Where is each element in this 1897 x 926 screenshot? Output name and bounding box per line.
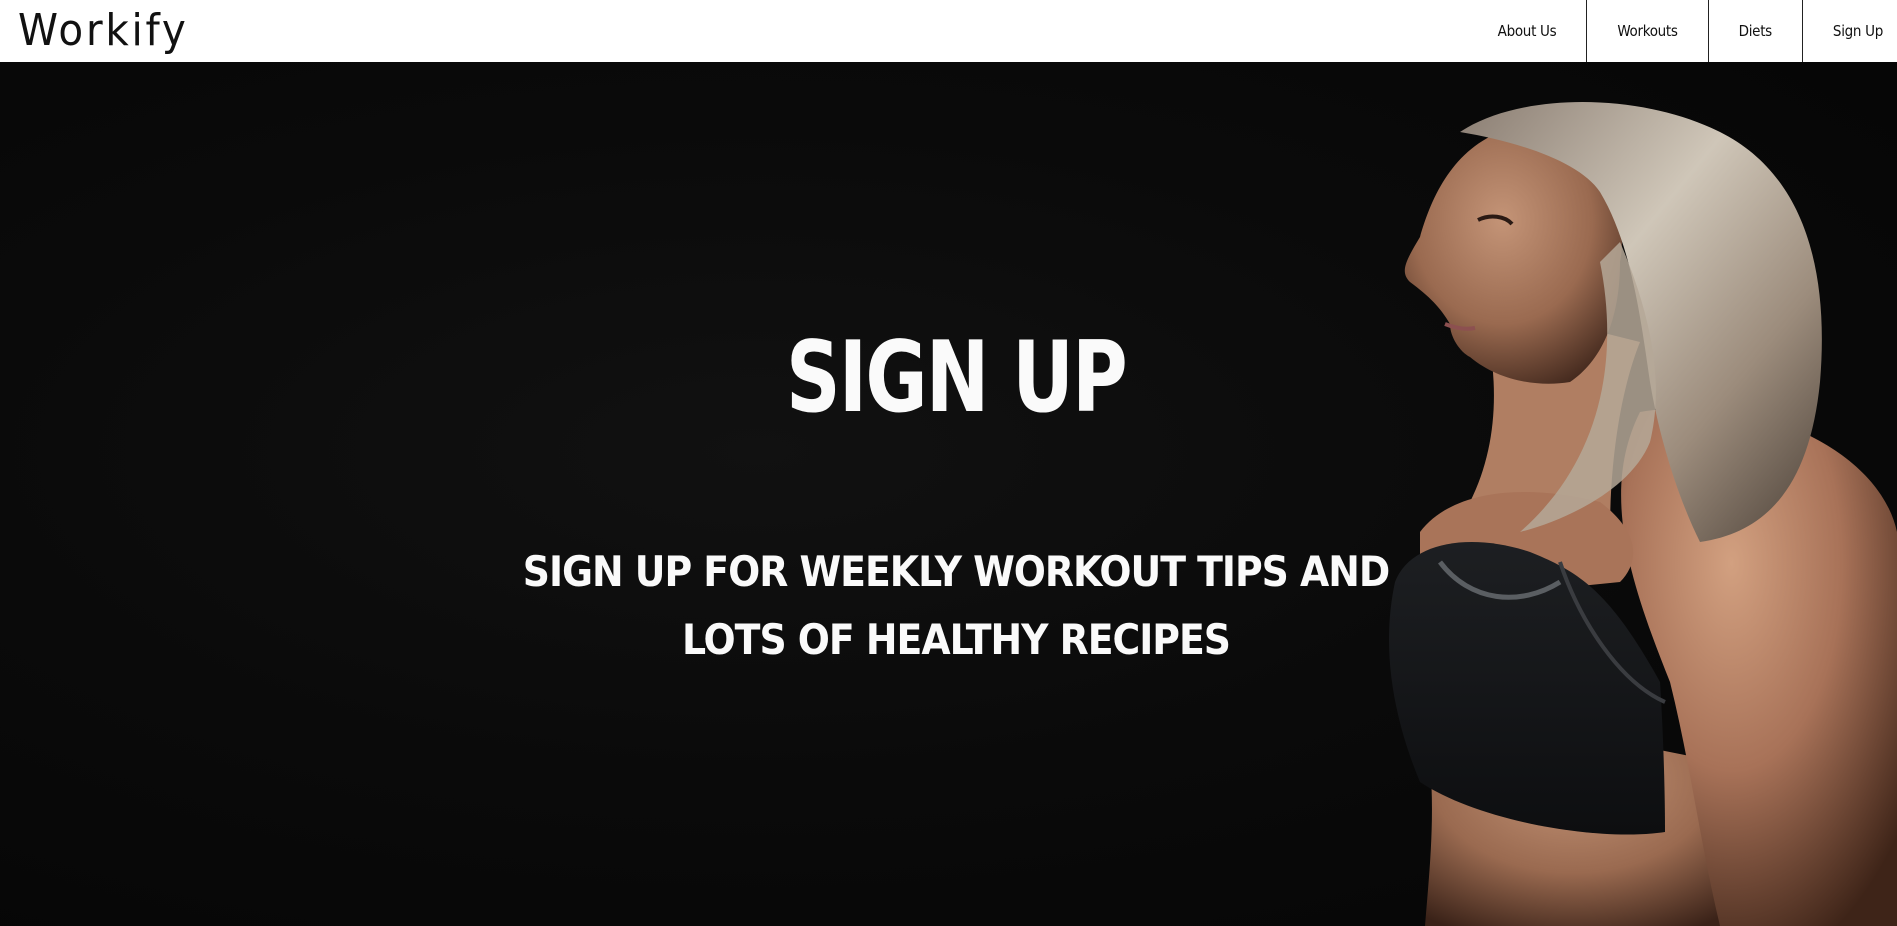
- logo[interactable]: Workify: [18, 0, 189, 62]
- nav-links: About Us Workouts Diets Sign Up: [1468, 0, 1897, 62]
- navbar: Workify About Us Workouts Diets Sign Up: [0, 0, 1897, 62]
- nav-link-diets[interactable]: Diets: [1707, 0, 1802, 62]
- hero-subtitle: SIGN UP FOR WEEKLY WORKOUT TIPS AND LOTS…: [522, 547, 1391, 664]
- nav-link-workouts[interactable]: Workouts: [1586, 0, 1707, 62]
- hero-content: SIGN UP SIGN UP FOR WEEKLY WORKOUT TIPS …: [0, 62, 1897, 926]
- nav-link-about-us[interactable]: About Us: [1468, 0, 1587, 62]
- hero-title: SIGN UP: [786, 321, 1128, 435]
- nav-link-sign-up[interactable]: Sign Up: [1801, 0, 1897, 62]
- hero-section: SIGN UP SIGN UP FOR WEEKLY WORKOUT TIPS …: [0, 62, 1897, 926]
